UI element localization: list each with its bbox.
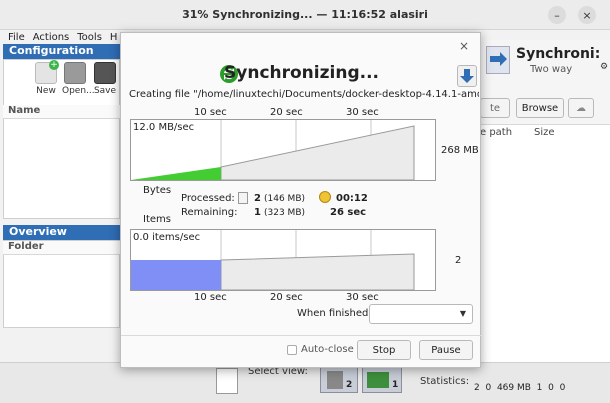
dialog-title: Synchronizing... <box>224 63 379 83</box>
bytes-label: Bytes <box>143 185 172 196</box>
bytes-processed-area <box>131 167 221 180</box>
remaining-size: (323 MB) <box>264 208 306 218</box>
path-column-header[interactable]: e path <box>480 127 512 138</box>
download-arrow-icon <box>460 69 474 83</box>
open-button[interactable]: Open... <box>62 62 95 96</box>
minimize-to-tray-button[interactable] <box>457 65 477 87</box>
bytes-remaining-area <box>220 125 415 180</box>
when-finished-label: When finished: <box>297 308 372 319</box>
items-processed-area <box>131 260 221 290</box>
when-finished-select[interactable]: ▼ <box>369 304 473 324</box>
clock-icon <box>319 191 331 203</box>
floppy-disk-icon <box>94 62 116 84</box>
folder-column-header[interactable]: Folder <box>3 241 120 255</box>
cloud-icon[interactable]: ☁ <box>568 98 594 118</box>
name-column-header[interactable]: Name <box>3 105 120 119</box>
progress-dialog: × Synchronizing... Creating file "/home/… <box>120 32 482 368</box>
menu-actions[interactable]: Actions <box>33 32 70 43</box>
printer-icon <box>64 62 86 84</box>
tick-label: 10 sec <box>194 107 227 118</box>
items-rate: 0.0 items/sec <box>133 232 201 243</box>
processed-size: (146 MB) <box>264 194 306 204</box>
items-graph: 0.0 items/sec <box>130 229 436 291</box>
items-remaining-area <box>220 253 415 290</box>
overview-list-icon[interactable] <box>216 368 238 394</box>
remaining-time: 26 sec <box>330 207 367 218</box>
minimize-button[interactable]: – <box>548 6 566 24</box>
sync-title[interactable]: Synchroni: <box>516 46 600 62</box>
configuration-header: Configuration <box>3 44 120 59</box>
menu-bar: File Actions Tools H <box>0 30 135 44</box>
title-bar: 31% Synchronizing... — 11:16:52 alasiri … <box>0 0 610 30</box>
menu-tools[interactable]: Tools <box>77 32 102 43</box>
tick-label: 10 sec <box>194 292 227 303</box>
window-title: 31% Synchronizing... — 11:16:52 alasiri <box>182 8 428 21</box>
trash-icon <box>327 371 343 389</box>
divider <box>121 335 482 336</box>
statistics-label: Statistics: <box>420 376 470 387</box>
browse-button[interactable]: Browse <box>516 98 564 118</box>
bytes-rate: 12.0 MB/sec <box>133 122 195 133</box>
autoclose-label: Auto-close <box>301 344 354 355</box>
remaining-label: Remaining: <box>181 207 238 218</box>
items-label: Items <box>143 214 171 225</box>
filter-tab[interactable]: te <box>480 98 510 118</box>
sync-mode-label: Two way <box>530 64 573 75</box>
new-button[interactable]: + New <box>33 60 59 96</box>
tick-label: 20 sec <box>270 107 303 118</box>
bytes-graph: 12.0 MB/sec <box>130 119 436 181</box>
size-column-header[interactable]: Size <box>534 127 555 138</box>
pause-button[interactable]: Pause <box>419 340 473 360</box>
tick-label: 20 sec <box>270 292 303 303</box>
menu-help[interactable]: H <box>110 32 118 43</box>
tick-label: 30 sec <box>346 107 379 118</box>
save-button[interactable]: Save <box>92 62 118 96</box>
processed-count: 2 <box>254 193 261 204</box>
elapsed-time: 00:12 <box>336 193 368 204</box>
stop-button[interactable]: Stop <box>357 340 411 360</box>
dialog-close-button[interactable]: × <box>459 39 469 53</box>
view-right-toggle[interactable]: 1 <box>362 367 402 393</box>
autoclose-checkbox[interactable] <box>287 345 297 355</box>
arrow-right-icon <box>367 372 389 388</box>
file-icon <box>238 192 248 204</box>
items-total: 2 <box>455 255 462 266</box>
file-table <box>478 124 610 362</box>
view-left-toggle[interactable]: 2 <box>320 367 358 393</box>
overview-header: Overview <box>3 225 120 240</box>
tick-label: 30 sec <box>346 292 379 303</box>
new-config-icon: + <box>35 60 59 84</box>
close-window-button[interactable]: × <box>578 6 596 24</box>
status-text: Creating file "/home/linuxtechi/Document… <box>129 89 479 100</box>
bytes-total: 268 MB <box>441 145 479 156</box>
gear-icon[interactable]: ⚙ <box>600 62 608 72</box>
processed-label: Processed: <box>181 193 235 204</box>
sync-direction-icon[interactable] <box>486 46 510 74</box>
remaining-count: 1 <box>254 207 261 218</box>
statistics-values: 2 0 469 MB 1 0 0 <box>474 383 566 393</box>
menu-file[interactable]: File <box>8 32 25 43</box>
chevron-down-icon: ▼ <box>459 309 466 318</box>
